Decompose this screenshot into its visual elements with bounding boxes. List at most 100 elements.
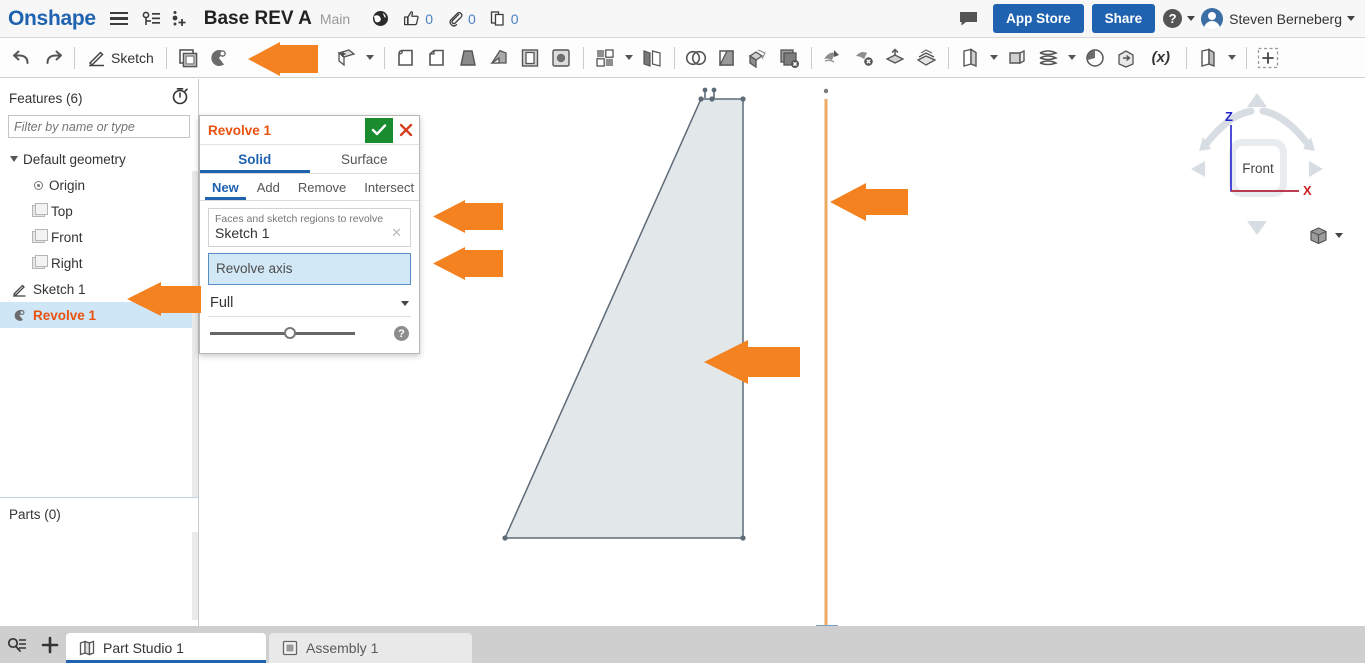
shell-icon[interactable] xyxy=(546,42,577,73)
parts-scrollbar[interactable] xyxy=(192,532,198,620)
tree-item-revolve-1[interactable]: Revolve 1 xyxy=(0,302,198,328)
search-input[interactable] xyxy=(14,119,184,134)
cancel-button[interactable] xyxy=(393,118,419,143)
feature-toolbar: Sketch (x) xyxy=(0,38,1365,78)
revolve-axis-field[interactable]: Revolve axis xyxy=(208,253,411,285)
tab-intersect[interactable]: Intersect xyxy=(357,174,421,200)
revolve-type-select[interactable]: Full xyxy=(208,292,411,317)
feature-filter[interactable] xyxy=(8,115,190,138)
tree-item-right[interactable]: Right xyxy=(0,250,198,276)
chevron-down-icon[interactable] xyxy=(1335,233,1343,238)
sketch-vertex xyxy=(502,535,508,541)
plane-icon[interactable] xyxy=(955,42,986,73)
revolve-axis-placeholder: Revolve axis xyxy=(216,261,293,276)
curve-icon[interactable] xyxy=(1033,42,1064,73)
view-cube[interactable]: Front Z X xyxy=(1177,87,1337,247)
search-tabs-icon[interactable] xyxy=(0,626,33,663)
links-group[interactable]: 0 xyxy=(447,10,476,27)
extrude-icon[interactable] xyxy=(173,42,204,73)
document-title[interactable]: Base REV A xyxy=(204,8,312,30)
view-orientation-menu[interactable] xyxy=(1308,225,1343,246)
tab-part-studio-1[interactable]: Part Studio 1 xyxy=(66,633,266,663)
tab-assembly-1[interactable]: Assembly 1 xyxy=(269,633,472,663)
pattern-icon[interactable] xyxy=(590,42,621,73)
sketch-vertex xyxy=(698,96,704,102)
hamburger-icon[interactable] xyxy=(106,4,132,34)
help-icon: ? xyxy=(1163,9,1183,28)
rib-icon[interactable] xyxy=(515,42,546,73)
variable-icon[interactable]: (x) xyxy=(1142,42,1180,73)
features-panel: Features (6) Default geometry Origin xyxy=(0,79,199,626)
chevron-down-icon[interactable] xyxy=(1067,55,1076,60)
slider-handle[interactable] xyxy=(284,327,296,339)
stopwatch-icon[interactable] xyxy=(171,87,189,110)
comment-icon[interactable] xyxy=(958,4,979,34)
delete-face-icon[interactable] xyxy=(774,42,805,73)
likes-group[interactable]: 0 xyxy=(403,10,433,27)
sketch-plane-icon[interactable] xyxy=(1002,42,1033,73)
transform-icon[interactable] xyxy=(743,42,774,73)
copies-group[interactable]: 0 xyxy=(490,10,519,27)
version-graph-icon[interactable] xyxy=(142,4,162,34)
mirror-icon[interactable] xyxy=(637,42,668,73)
tab-add[interactable]: Add xyxy=(250,174,287,200)
tree-item-top[interactable]: Top xyxy=(0,198,198,224)
redo-icon[interactable] xyxy=(37,42,68,73)
part-studio-icon[interactable] xyxy=(1193,42,1224,73)
tab-new[interactable]: New xyxy=(205,174,246,200)
globe-icon[interactable] xyxy=(372,4,389,34)
view-cube-face-label[interactable]: Front xyxy=(1229,139,1287,197)
faces-field-value: Sketch 1 xyxy=(215,225,270,241)
sketch-vertex xyxy=(740,535,746,541)
chevron-down-icon[interactable] xyxy=(624,55,633,60)
sweep-icon[interactable] xyxy=(331,42,362,73)
thumbs-up-icon xyxy=(404,11,419,26)
tab-solid[interactable]: Solid xyxy=(200,145,310,173)
opacity-slider-row: ? xyxy=(208,317,411,347)
tree-item-default-geometry[interactable]: Default geometry xyxy=(0,146,198,172)
faces-field-label: Faces and sketch regions to revolve xyxy=(215,213,384,225)
move-face-icon[interactable] xyxy=(818,42,849,73)
copy-icon xyxy=(490,11,504,26)
tree-item-sketch-1[interactable]: Sketch 1 xyxy=(0,276,198,302)
help-menu[interactable]: ? xyxy=(1163,9,1196,28)
chamfer-icon[interactable] xyxy=(453,42,484,73)
app-store-button[interactable]: App Store xyxy=(993,4,1084,33)
chevron-down-icon[interactable] xyxy=(10,156,18,162)
revolve-type-value: Full xyxy=(210,295,234,311)
user-menu[interactable]: Steven Berneberg xyxy=(1201,7,1355,30)
accept-button[interactable] xyxy=(365,117,393,143)
undo-icon[interactable] xyxy=(6,42,37,73)
onshape-logo[interactable]: Onshape xyxy=(8,7,96,31)
tree-item-front[interactable]: Front xyxy=(0,224,198,250)
boolean-icon[interactable] xyxy=(681,42,712,73)
measure-icon[interactable] xyxy=(1080,42,1111,73)
loft-icon[interactable] xyxy=(391,42,422,73)
tree-item-origin[interactable]: Origin xyxy=(0,172,198,198)
import-icon[interactable] xyxy=(1111,42,1142,73)
split-icon[interactable] xyxy=(712,42,743,73)
insert-version-icon[interactable] xyxy=(170,4,190,34)
close-x-icon[interactable]: ✕ xyxy=(389,225,404,241)
draft-icon[interactable] xyxy=(484,42,515,73)
revolve-icon[interactable] xyxy=(204,42,235,73)
chevron-down-icon[interactable] xyxy=(1227,55,1236,60)
chevron-down-icon[interactable] xyxy=(989,55,998,60)
chevron-down-icon[interactable] xyxy=(365,55,374,60)
thicken-icon[interactable] xyxy=(880,42,911,73)
add-custom-feature-icon[interactable] xyxy=(1253,42,1284,73)
enclose-icon[interactable] xyxy=(911,42,942,73)
tab-remove[interactable]: Remove xyxy=(291,174,353,200)
fillet-icon[interactable] xyxy=(422,42,453,73)
assembly-icon xyxy=(282,640,298,656)
opacity-slider[interactable] xyxy=(210,327,355,339)
share-button[interactable]: Share xyxy=(1091,4,1156,33)
tab-surface[interactable]: Surface xyxy=(310,145,420,173)
sketch-button[interactable]: Sketch xyxy=(81,42,160,73)
features-title: Features (6) xyxy=(9,91,83,106)
features-scrollbar[interactable] xyxy=(192,171,198,526)
help-icon[interactable]: ? xyxy=(394,326,409,341)
replace-face-icon[interactable] xyxy=(849,42,880,73)
plus-icon[interactable] xyxy=(33,626,66,663)
faces-field[interactable]: Faces and sketch regions to revolve Sket… xyxy=(208,208,411,247)
